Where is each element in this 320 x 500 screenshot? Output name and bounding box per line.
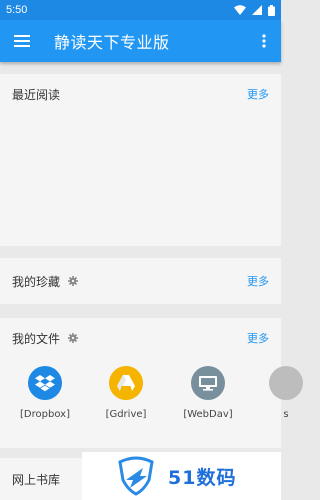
online-library-title: 网上书库 <box>12 472 61 487</box>
watermark-text: 51数码 <box>168 466 237 489</box>
favorites-header: 我的珍藏 更多 <box>0 258 281 304</box>
monitor-icon <box>191 366 225 400</box>
my-files-title: 我的文件 <box>12 331 61 346</box>
storage-icon <box>269 366 303 400</box>
storage-item-label: [Dropbox] <box>20 409 70 420</box>
favorites-more-link[interactable]: 更多 <box>247 273 269 289</box>
storage-item-dropbox[interactable]: [Dropbox] <box>15 366 75 420</box>
recent-reading-header: 最近阅读 更多 <box>0 74 281 114</box>
watermark: 51数码 <box>82 452 281 500</box>
storage-list: [Dropbox] [Gdrive] [WebDav] s <box>0 366 303 436</box>
shield-logo-icon <box>118 456 154 496</box>
storage-item-gdrive[interactable]: [Gdrive] <box>96 366 156 420</box>
my-files-more-link[interactable]: 更多 <box>247 330 269 346</box>
app-title: 静读天下专业版 <box>54 33 170 52</box>
my-files-section: 我的文件 更多 [Dropbox] [Gdrive] [WebDav] s <box>0 318 303 448</box>
favorites-section: 我的珍藏 更多 <box>0 258 281 304</box>
storage-item-label: [Gdrive] <box>105 409 147 420</box>
signal-icon <box>252 5 262 15</box>
storage-item-label: s <box>283 409 289 420</box>
recent-reading-section: 最近阅读 更多 <box>0 74 281 246</box>
status-time: 5:50 <box>6 4 28 16</box>
favorites-title: 我的珍藏 <box>12 274 61 289</box>
storage-item-label: [WebDav] <box>183 409 233 420</box>
recent-reading-title: 最近阅读 <box>12 87 61 102</box>
my-files-header: 我的文件 更多 <box>0 318 281 358</box>
wifi-icon <box>234 5 246 15</box>
app-bar: 静读天下专业版 <box>0 20 281 62</box>
hamburger-menu-icon[interactable] <box>0 20 44 62</box>
status-bar: 5:50 <box>0 0 281 20</box>
storage-item-sd[interactable]: s <box>256 366 316 420</box>
storage-item-webdav[interactable]: [WebDav] <box>178 366 238 420</box>
google-drive-icon <box>109 366 143 400</box>
status-icons <box>234 4 275 16</box>
gear-icon[interactable] <box>68 333 79 343</box>
recent-more-link[interactable]: 更多 <box>247 86 269 102</box>
vertical-dots-icon[interactable] <box>247 20 281 62</box>
gear-icon[interactable] <box>68 276 79 286</box>
dropbox-icon <box>28 366 62 400</box>
battery-icon <box>268 4 275 16</box>
